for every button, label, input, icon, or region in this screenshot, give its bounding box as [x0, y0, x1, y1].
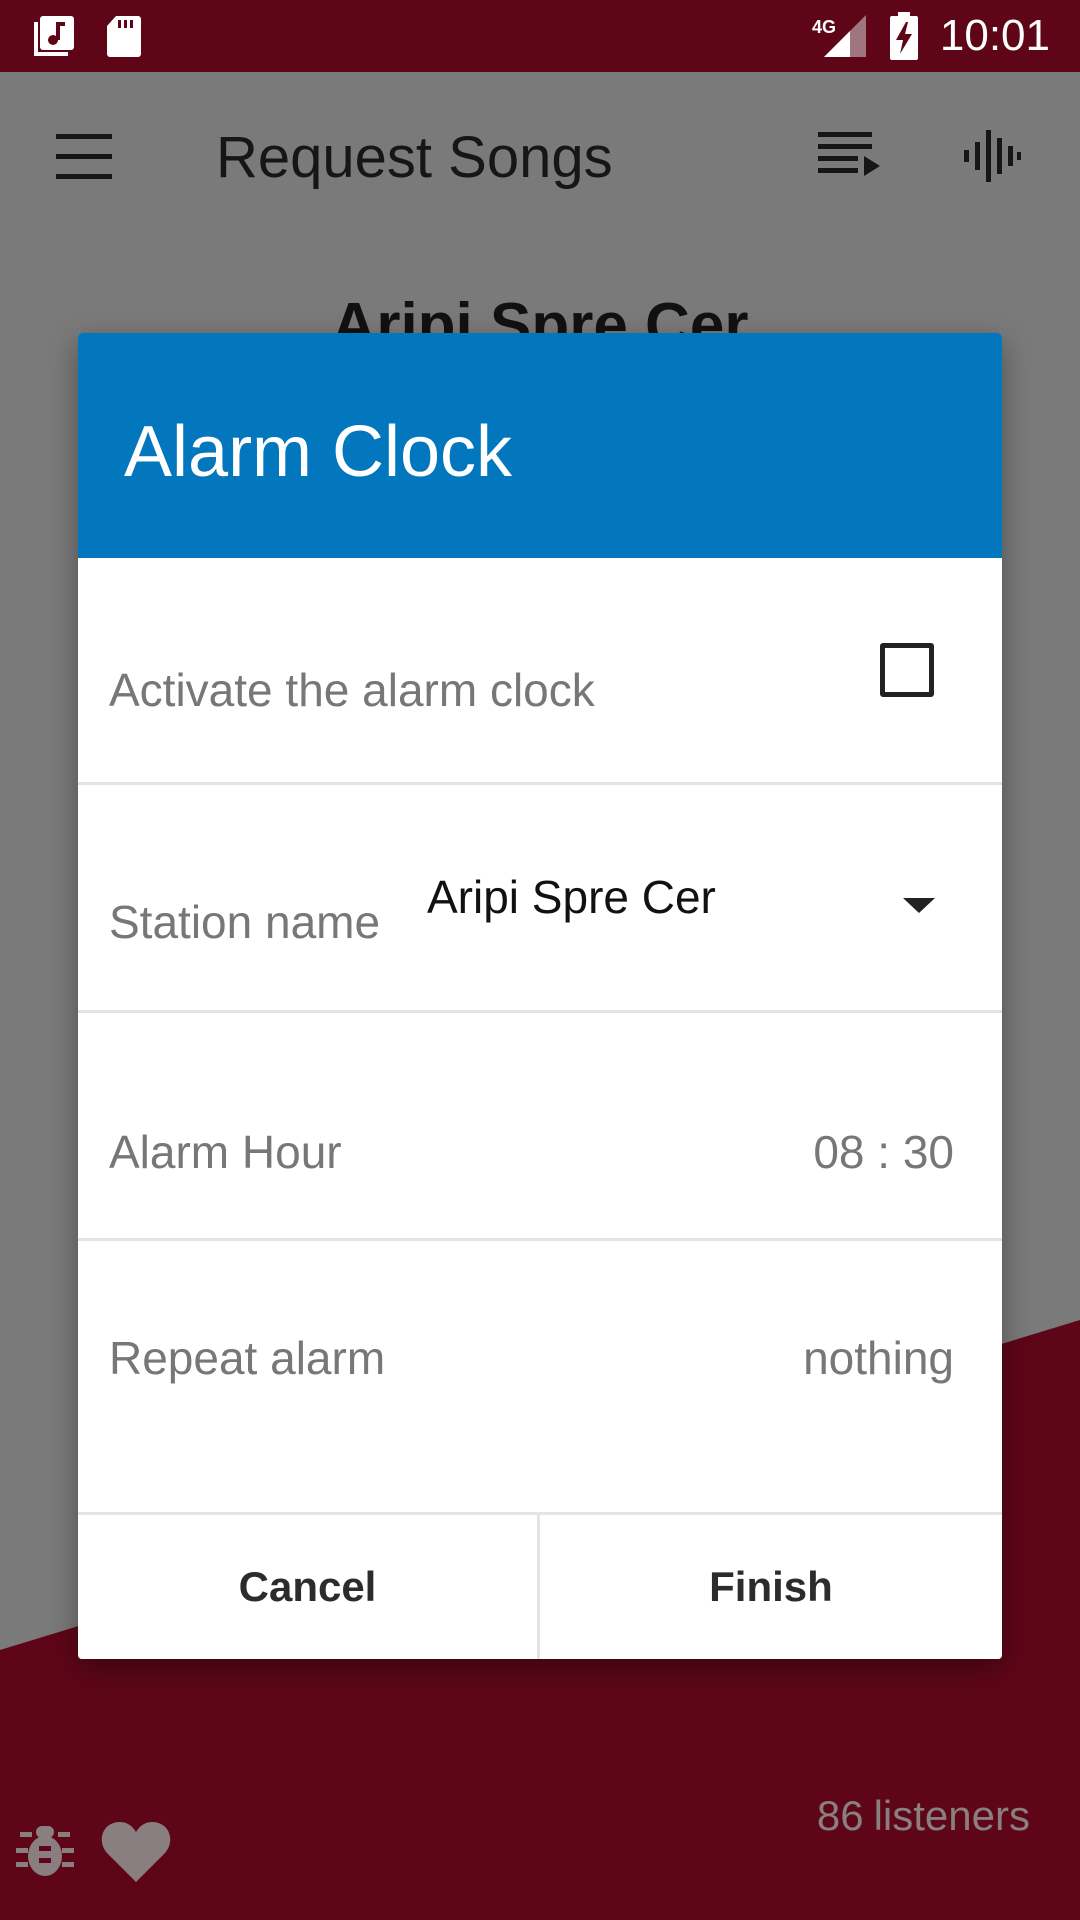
app-title: Request Songs [216, 125, 613, 190]
signal-icon: 4G [812, 15, 866, 57]
repeat-alarm-row[interactable]: Repeat alarm nothing [78, 1241, 1002, 1515]
app-bar: Request Songs [0, 72, 1080, 242]
cancel-button[interactable]: Cancel [78, 1515, 540, 1659]
bottom-actions [14, 1818, 172, 1884]
station-name-dropdown[interactable]: Aripi Spre Cer [427, 870, 967, 940]
listeners-number: 86 [816, 1792, 864, 1839]
activate-alarm-row[interactable]: Activate the alarm clock [78, 558, 1002, 785]
status-time: 10:01 [939, 11, 1050, 60]
battery-charging-icon [889, 12, 918, 60]
heart-icon[interactable] [100, 1818, 172, 1884]
repeat-alarm-value[interactable]: nothing [803, 1331, 954, 1385]
alarm-clock-dialog: Alarm Clock Activate the alarm clock Sta… [78, 333, 1002, 1659]
alarm-hour-value[interactable]: 08 : 30 [813, 1125, 954, 1179]
activate-alarm-label: Activate the alarm clock [109, 664, 595, 716]
queue-music-icon[interactable] [818, 130, 882, 178]
finish-button[interactable]: Finish [540, 1515, 1002, 1659]
repeat-alarm-label: Repeat alarm [109, 1332, 386, 1384]
station-name-label: Station name [109, 896, 381, 948]
dialog-buttons: Cancel Finish [78, 1515, 1002, 1659]
dropdown-arrow-icon [903, 898, 935, 913]
station-name-selected: Aripi Spre Cer [427, 871, 716, 923]
alarm-hour-row[interactable]: Alarm Hour 08 : 30 [78, 1013, 1002, 1241]
dialog-title: Alarm Clock [124, 412, 513, 492]
sd-card-icon [107, 16, 141, 57]
alarm-hour-label: Alarm Hour [109, 1126, 342, 1178]
network-type-label: 4G [812, 17, 836, 37]
bug-icon[interactable] [14, 1820, 76, 1882]
listeners-label: listeners [873, 1792, 1030, 1839]
menu-icon[interactable] [56, 134, 112, 179]
station-name-row: Station name Aripi Spre Cer [78, 785, 1002, 1013]
status-bar: 4G 10:01 [0, 0, 1080, 72]
activate-alarm-checkbox[interactable] [880, 643, 934, 697]
dialog-header: Alarm Clock [78, 333, 1002, 558]
audio-waveform-icon[interactable] [962, 128, 1022, 184]
listeners-count: 86 listeners [817, 1792, 1040, 1840]
music-note-icon [34, 16, 74, 56]
